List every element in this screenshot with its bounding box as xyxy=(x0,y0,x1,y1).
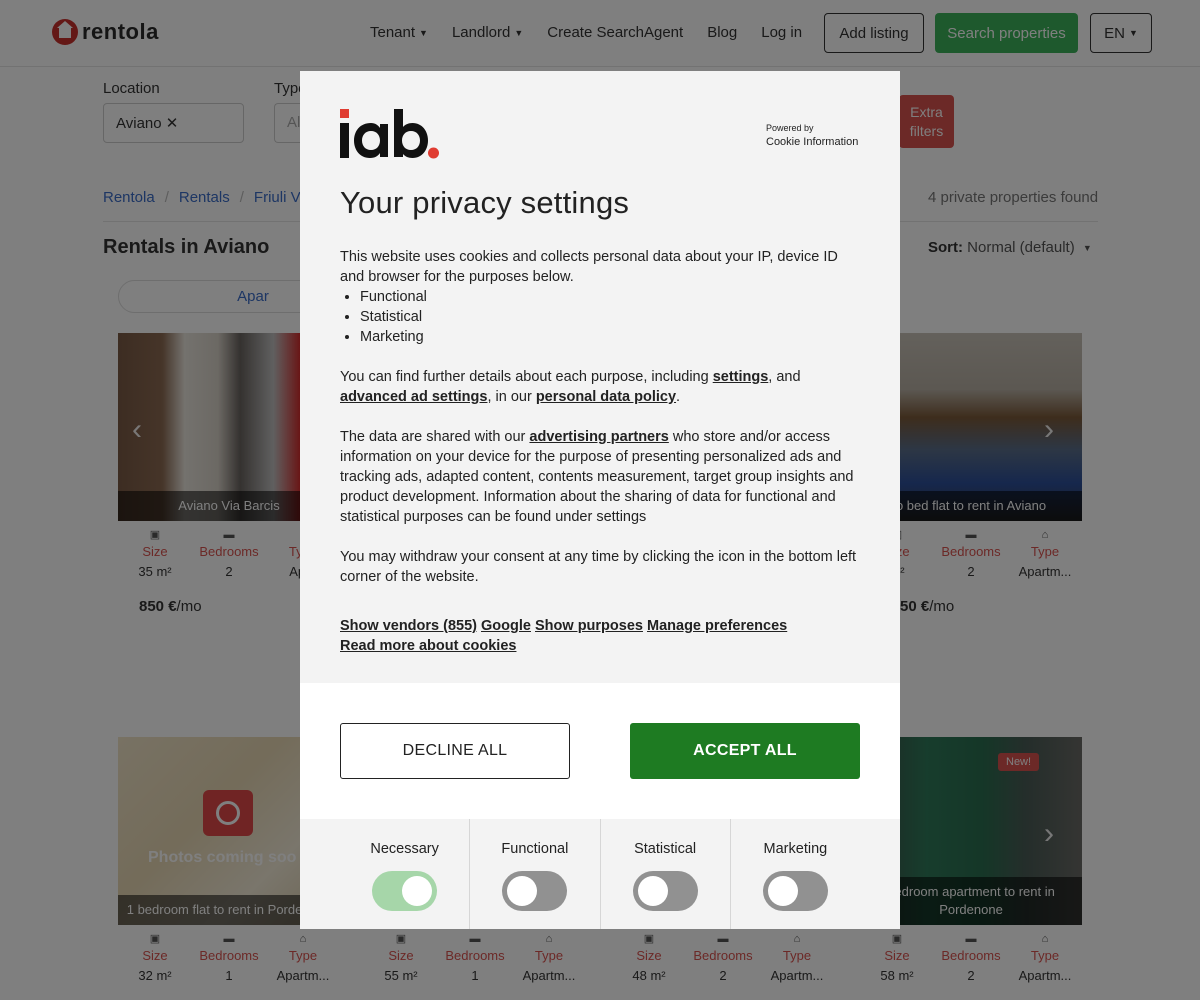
purpose-item: Functional xyxy=(360,287,860,307)
dialog-actions: DECLINE ALL ACCEPT ALL xyxy=(300,683,900,819)
dialog-title: Your privacy settings xyxy=(340,185,630,220)
functional-switch[interactable] xyxy=(502,871,568,911)
read-more-cookies-link[interactable]: Read more about cookies xyxy=(340,638,516,654)
manage-preferences-link[interactable]: Manage preferences xyxy=(647,618,787,634)
powered-by: Powered by Cookie Information xyxy=(766,123,859,148)
purpose-list: Functional Statistical Marketing xyxy=(360,287,860,347)
advanced-ad-settings-link[interactable]: advanced ad settings xyxy=(340,389,487,405)
toggle-statistical: Statistical xyxy=(599,819,730,929)
dialog-links: Show vendors (855) Google Show purposes … xyxy=(340,616,860,656)
purpose-item: Statistical xyxy=(360,307,860,327)
decline-all-button[interactable]: DECLINE ALL xyxy=(340,723,570,779)
withdraw-text: You may withdraw your consent at any tim… xyxy=(340,549,857,585)
marketing-switch[interactable] xyxy=(762,871,828,911)
toggle-marketing: Marketing xyxy=(729,819,860,929)
advertising-partners-link[interactable]: advertising partners xyxy=(529,429,668,445)
privacy-settings-dialog: Powered by Cookie Information Your priva… xyxy=(300,71,900,929)
purpose-item: Marketing xyxy=(360,327,860,347)
settings-link[interactable]: settings xyxy=(713,369,769,385)
iab-logo xyxy=(340,109,439,159)
consent-toggles: Necessary Functional Statistical Marketi… xyxy=(340,819,860,929)
statistical-switch[interactable] xyxy=(632,871,698,911)
show-purposes-link[interactable]: Show purposes xyxy=(535,618,643,634)
sharing-text: The data are shared with our advertising… xyxy=(340,429,854,525)
personal-data-policy-link[interactable]: personal data policy xyxy=(536,389,676,405)
details-text: You can find further details about each … xyxy=(340,369,801,405)
necessary-switch[interactable] xyxy=(372,871,438,911)
dialog-body: This website uses cookies and collects p… xyxy=(340,247,860,587)
toggle-necessary: Necessary xyxy=(340,819,469,929)
show-vendors-link[interactable]: Show vendors (855) xyxy=(340,618,477,634)
intro-text: This website uses cookies and collects p… xyxy=(340,249,838,285)
accept-all-button[interactable]: ACCEPT ALL xyxy=(630,723,860,779)
google-link[interactable]: Google xyxy=(481,618,531,634)
toggle-functional: Functional xyxy=(469,819,599,929)
